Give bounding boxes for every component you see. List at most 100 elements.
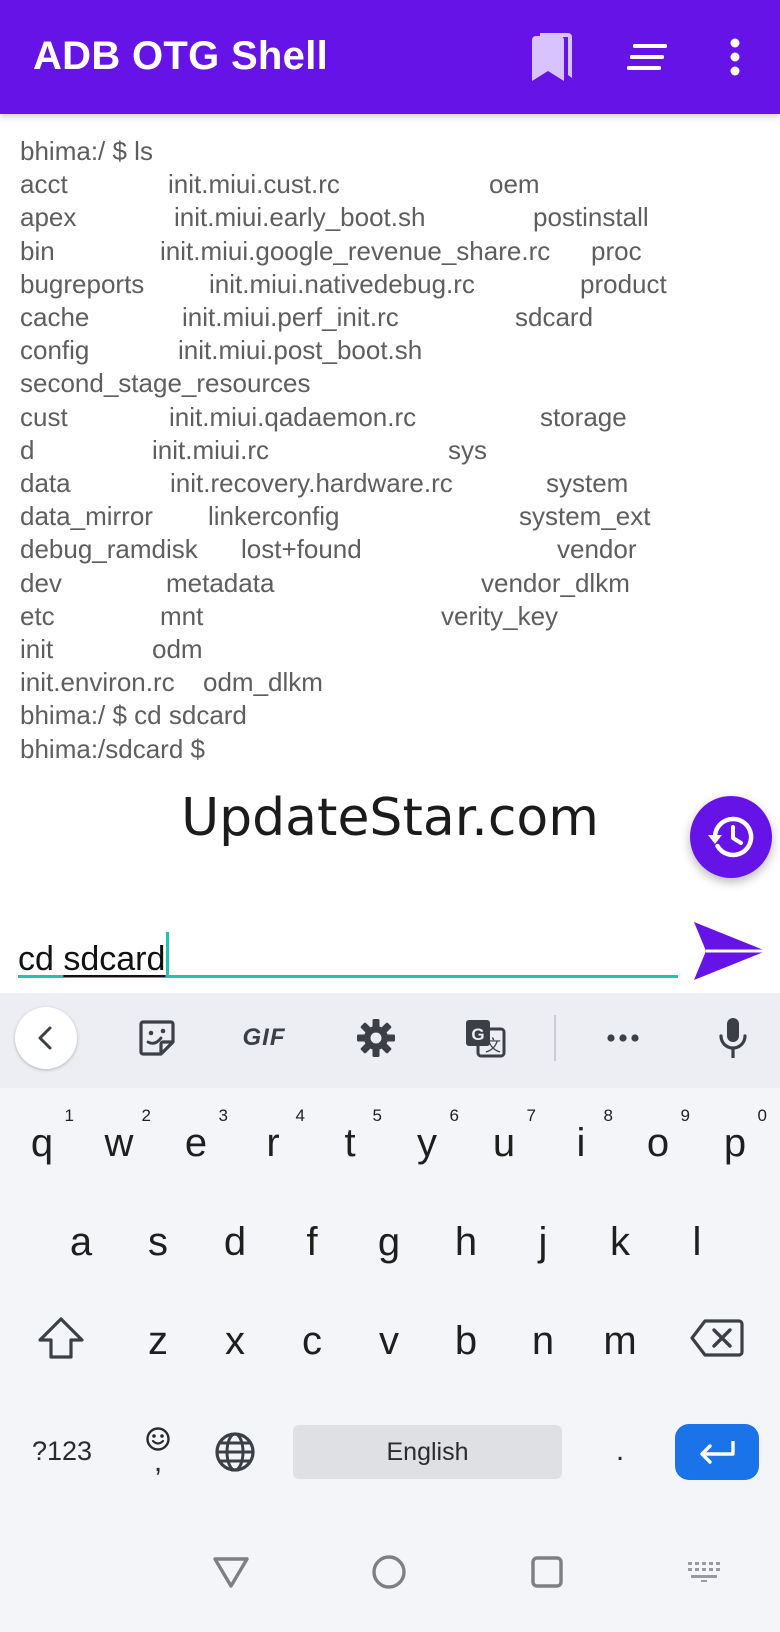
terminal-text: init.miui.qadaemon.rc	[169, 401, 417, 432]
comma-label: ,	[153, 1445, 163, 1478]
key-c[interactable]: c	[276, 1296, 348, 1386]
terminal-text: init.miui.rc	[152, 434, 270, 465]
terminal-text: dev	[20, 567, 62, 598]
terminal-text: linkerconfig	[208, 501, 340, 532]
key-label: m	[603, 1318, 637, 1363]
terminal-line: init.environ.rc odm_dlkm	[20, 666, 323, 699]
terminal-line: bhima:/sdcard $	[20, 733, 205, 766]
terminal-line: dev metadata vendor_dlkm	[20, 567, 630, 600]
key-hint: 8	[603, 1106, 613, 1125]
key-h[interactable]: h	[430, 1197, 502, 1287]
symbols-key[interactable]: ?123	[20, 1421, 104, 1481]
more-options-button[interactable]	[695, 0, 775, 114]
terminal-line: cust init.miui.qadaemon.rc storage	[20, 401, 627, 434]
terminal-text: data	[20, 468, 71, 498]
sticker-icon	[139, 1020, 175, 1056]
nav-recents-button[interactable]	[517, 1542, 577, 1602]
enter-key[interactable]	[675, 1424, 759, 1480]
terminal-line: data init.recovery.hardware.rc system	[20, 467, 628, 500]
period-key[interactable]: .	[590, 1421, 650, 1481]
key-b[interactable]: b	[430, 1296, 502, 1386]
key-k[interactable]: k	[584, 1197, 656, 1287]
key-f[interactable]: f	[276, 1197, 348, 1287]
key-v[interactable]: v	[353, 1296, 425, 1386]
terminal-line: bhima:/ $ cd sdcard	[20, 699, 247, 732]
gif-button[interactable]: GIF	[233, 1007, 295, 1069]
history-button[interactable]	[690, 796, 772, 878]
key-x[interactable]: x	[199, 1296, 271, 1386]
key-t[interactable]: t5	[314, 1098, 386, 1188]
key-label: g	[377, 1219, 401, 1264]
app-title: ADB OTG Shell	[33, 34, 329, 78]
terminal-text: product	[580, 268, 667, 299]
key-p[interactable]: p0	[699, 1098, 771, 1188]
key-y[interactable]: y6	[391, 1098, 463, 1188]
translate-icon: G 文	[466, 1020, 506, 1058]
key-q[interactable]: q1	[6, 1098, 78, 1188]
app-bar: ADB OTG Shell	[0, 0, 780, 114]
key-g[interactable]: g	[353, 1197, 425, 1287]
terminal-text: verity_key	[441, 600, 559, 631]
translate-button[interactable]: G 文	[454, 1007, 516, 1069]
terminal-line: config init.miui.post_boot.sh	[20, 334, 422, 367]
terminal-line: apex init.miui.early_boot.sh postinstall	[20, 201, 649, 234]
key-label: v	[379, 1318, 399, 1363]
key-j[interactable]: j	[507, 1197, 579, 1287]
key-w[interactable]: w2	[83, 1098, 155, 1188]
space-label: English	[386, 1437, 469, 1466]
keyboard-hide-icon	[688, 1562, 720, 1582]
svg-text:文: 文	[485, 1036, 501, 1055]
terminal-text: init	[20, 634, 54, 664]
keyboard-back-button[interactable]	[15, 1007, 77, 1069]
nav-back-button[interactable]	[201, 1542, 261, 1602]
key-hint: 2	[141, 1106, 151, 1125]
terminal-line: bhima:/ $ ls	[20, 135, 153, 168]
key-l[interactable]: l	[661, 1197, 733, 1287]
key-label: a	[69, 1219, 93, 1264]
terminal-line: cache init.miui.perf_init.rc sdcard	[20, 301, 593, 334]
more-vert-icon	[730, 38, 740, 76]
terminal-text: system_ext	[519, 501, 651, 532]
key-m[interactable]: m	[584, 1296, 656, 1386]
key-label: h	[454, 1219, 478, 1264]
key-hint: 9	[680, 1106, 690, 1125]
voice-input-button[interactable]	[702, 1007, 764, 1069]
key-i[interactable]: i8	[545, 1098, 617, 1188]
terminal-text: d	[20, 434, 35, 465]
send-button[interactable]	[690, 916, 770, 986]
key-a[interactable]: a	[45, 1197, 117, 1287]
nav-home-button[interactable]	[359, 1542, 419, 1602]
key-n[interactable]: n	[507, 1296, 579, 1386]
key-r[interactable]: r4	[237, 1098, 309, 1188]
shift-key[interactable]	[24, 1303, 98, 1373]
backspace-key[interactable]	[680, 1306, 754, 1370]
key-s[interactable]: s	[122, 1197, 194, 1287]
key-label: p	[723, 1120, 747, 1165]
nav-home-icon	[372, 1555, 406, 1589]
language-key[interactable]	[205, 1423, 265, 1481]
more-keyboard-options-button[interactable]	[592, 1007, 654, 1069]
terminal-text: init.miui.perf_init.rc	[182, 302, 399, 332]
terminal-line: debug_ramdisk lost+found vendor	[20, 533, 637, 566]
keyboard-settings-button[interactable]	[345, 1007, 407, 1069]
terminal-text: bhima:/sdcard $	[20, 733, 205, 764]
keyboard-hide-button[interactable]	[675, 1542, 735, 1602]
key-o[interactable]: o9	[622, 1098, 694, 1188]
key-hint: 5	[372, 1106, 382, 1125]
key-e[interactable]: e3	[160, 1098, 232, 1188]
key-u[interactable]: u7	[468, 1098, 540, 1188]
terminal-text: sys	[448, 434, 487, 465]
emoji-key[interactable]: ,	[130, 1411, 186, 1487]
space-key[interactable]: English	[293, 1425, 562, 1479]
terminal-text: mnt	[160, 600, 204, 631]
key-label: j	[538, 1219, 548, 1264]
terminal-text: init.miui.nativedebug.rc	[209, 268, 475, 299]
command-input[interactable]: cd sdcard	[18, 918, 678, 978]
bookmarks-button[interactable]	[511, 0, 591, 114]
key-d[interactable]: d	[199, 1197, 271, 1287]
notes-button[interactable]	[608, 0, 688, 114]
notes-icon	[627, 44, 667, 70]
sticker-button[interactable]	[126, 1007, 188, 1069]
key-z[interactable]: z	[122, 1296, 194, 1386]
terminal-text: bin	[20, 235, 55, 266]
